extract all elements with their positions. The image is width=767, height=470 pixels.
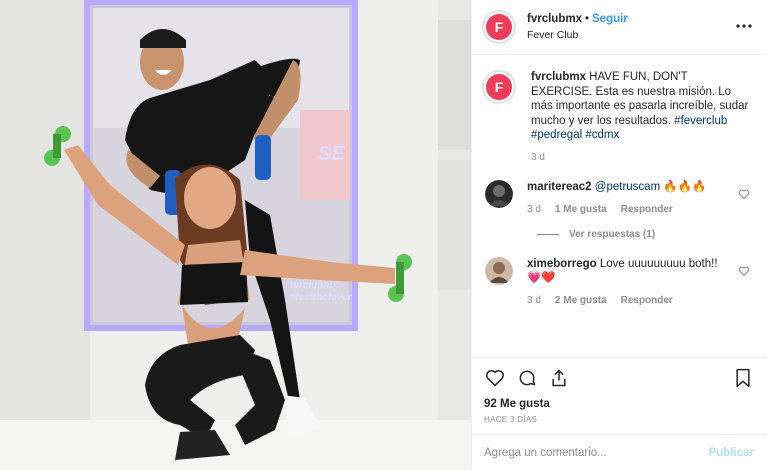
comment-like-icon[interactable]	[738, 188, 750, 200]
wall-text: SE	[318, 143, 345, 165]
comment-age: 3 d	[527, 294, 541, 306]
view-replies-label: Ver respuestas (1)	[569, 228, 656, 240]
fitness-photo-illustration: SE fvrclubmx #feelthefever	[0, 0, 471, 470]
caption-age: 3 d	[531, 151, 545, 163]
more-options-icon[interactable]	[734, 16, 754, 36]
comment-like-icon[interactable]	[738, 265, 750, 277]
mention-link[interactable]: @petruscam	[595, 181, 660, 193]
caption-meta: 3 d	[531, 152, 749, 163]
post-side-panel: F fvrclubmx • Seguir Fever Club F fvrclubm…	[471, 0, 767, 470]
instagram-post: SE fvrclubmx #feelthefever F fvrclubmx •…	[0, 0, 767, 470]
comment-meta: 3 d 2 Me gusta Responder	[527, 294, 727, 308]
post-header: F fvrclubmx • Seguir Fever Club	[472, 0, 767, 55]
caption-avatar-logo: F	[486, 74, 512, 100]
comment-item: ximeborrego Love uuuuuuuuu both!!💗❤️ 3 d…	[482, 256, 754, 308]
heart-icon[interactable]	[484, 367, 506, 389]
comment-username[interactable]: maritereac2	[527, 181, 592, 193]
publish-button[interactable]: Publicar	[709, 447, 754, 459]
comment-icon[interactable]	[516, 367, 538, 389]
add-comment-bar: Publicar	[472, 434, 767, 470]
hashtag-link[interactable]: #feverclub	[674, 115, 727, 127]
caption-username[interactable]: fvrclubmx	[531, 71, 586, 83]
comment-username[interactable]: ximeborrego	[527, 258, 597, 270]
post-actions: 92 Me gusta HACE 3 DÍAS	[472, 357, 767, 424]
comment-item: maritereac2 @petruscam 🔥🔥🔥 3 d 1 Me gusta…	[482, 179, 754, 217]
caption-text: fvrclubmx HAVE FUN, DON'T EXERCISE. Esta…	[531, 70, 749, 143]
post-timestamp: HACE 3 DÍAS	[484, 415, 538, 424]
mirror-text-2: #feelthefever	[290, 292, 353, 303]
share-icon[interactable]	[548, 367, 570, 389]
mirror-text-1: fvrclubmx	[290, 280, 338, 291]
avatar[interactable]: F	[482, 10, 516, 44]
post-photo[interactable]: SE fvrclubmx #feelthefever	[0, 0, 471, 470]
comment-meta: 3 d 1 Me gusta Responder	[527, 203, 727, 217]
caption-avatar[interactable]: F	[482, 70, 516, 104]
location-link[interactable]: Fever Club	[527, 27, 628, 43]
comment-body: ximeborrego Love uuuuuuuuu both!!💗❤️ 3 d…	[527, 257, 727, 308]
comment-likes[interactable]: 2 Me gusta	[555, 295, 607, 306]
comment-text: maritereac2 @petruscam 🔥🔥🔥	[527, 180, 727, 194]
comment-content: 🔥🔥🔥	[660, 180, 707, 193]
comment-likes[interactable]: 1 Me gusta	[555, 204, 607, 215]
reply-button[interactable]: Responder	[621, 204, 673, 215]
header-separator: •	[584, 13, 589, 25]
action-icons	[484, 366, 756, 390]
header-line: fvrclubmx • Seguir	[527, 11, 628, 27]
commenter-avatar[interactable]	[485, 179, 513, 208]
header-username[interactable]: fvrclubmx	[527, 13, 582, 25]
hashtag-link[interactable]: #pedregal	[531, 129, 582, 141]
comment-age: 3 d	[527, 203, 541, 215]
comment-input[interactable]	[484, 446, 709, 459]
replies-divider	[537, 233, 559, 235]
header-text: fvrclubmx • Seguir Fever Club	[527, 11, 628, 43]
hashtag-link[interactable]: #cdmx	[585, 129, 619, 141]
view-replies-button[interactable]: Ver respuestas (1)	[537, 229, 754, 240]
comment-text: ximeborrego Love uuuuuuuuu both!!💗❤️	[527, 257, 727, 285]
commenter-avatar[interactable]	[485, 256, 513, 285]
comment-body: maritereac2 @petruscam 🔥🔥🔥 3 d 1 Me gusta…	[527, 180, 727, 217]
avatar-logo: F	[486, 14, 512, 40]
comments-list[interactable]: F fvrclubmx HAVE FUN, DON'T EXERCISE. Es…	[472, 56, 767, 356]
bookmark-icon[interactable]	[732, 367, 754, 389]
reply-button[interactable]: Responder	[621, 295, 673, 306]
likes-count[interactable]: 92 Me gusta	[484, 398, 756, 410]
post-caption: F fvrclubmx HAVE FUN, DON'T EXERCISE. Es…	[482, 70, 754, 163]
follow-button[interactable]: Seguir	[592, 13, 628, 25]
